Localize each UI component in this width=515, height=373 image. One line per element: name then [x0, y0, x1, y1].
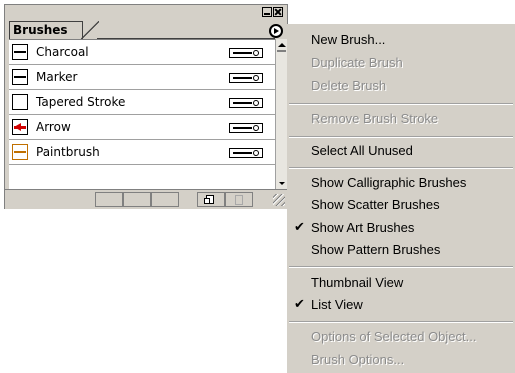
menu-item-select-all-unused[interactable]: Select All Unused [287, 140, 515, 161]
brush-list: Charcoal Marker Tapered Stroke Arrow Pai… [9, 39, 275, 190]
delete-brush-button[interactable] [225, 192, 253, 207]
checkmark-icon: ✔ [294, 297, 305, 312]
palette-menu: New Brush... Duplicate Brush Delete Brus… [287, 24, 515, 373]
menu-item-label: Show Art Brushes [311, 220, 415, 235]
tab-brushes-label: Brushes [13, 23, 68, 37]
menu-item-label: Show Scatter Brushes [311, 197, 440, 212]
menu-item-show-scatter-brushes[interactable]: Show Scatter Brushes [287, 194, 515, 215]
menu-item-list-view[interactable]: ✔ List View [287, 294, 515, 315]
menu-item-duplicate-brush: Duplicate Brush [287, 52, 515, 73]
art-brush-type-icon [229, 148, 263, 158]
marker-brush-icon [12, 69, 28, 85]
new-brush-button[interactable] [197, 192, 225, 207]
brush-label: Marker [36, 70, 78, 84]
paintbrush-brush-icon [12, 144, 28, 160]
minimize-icon[interactable] [262, 7, 272, 17]
menu-item-label: Brush Options... [311, 352, 405, 367]
scroll-thumb[interactable] [277, 50, 286, 52]
menu-item-remove-brush-stroke: Remove Brush Stroke [287, 108, 515, 129]
palette-menu-arrow-icon[interactable] [269, 24, 283, 38]
resize-grip-icon[interactable] [273, 194, 285, 206]
bottom-slot [151, 192, 179, 207]
brushes-palette: Brushes Charcoal Marker Tapered Stroke A… [4, 4, 288, 209]
new-brush-icon [204, 195, 214, 204]
delete-brush-icon [235, 195, 243, 205]
brush-label: Arrow [36, 120, 71, 134]
menu-item-label: Duplicate Brush [311, 55, 403, 70]
menu-item-label: Thumbnail View [311, 275, 404, 290]
brush-label: Paintbrush [36, 145, 100, 159]
menu-item-thumbnail-view[interactable]: Thumbnail View [287, 272, 515, 293]
art-brush-type-icon [229, 98, 263, 108]
menu-separator [289, 136, 513, 138]
bottom-slot [123, 192, 151, 207]
menu-item-label: List View [311, 297, 363, 312]
menu-item-show-pattern-brushes[interactable]: Show Pattern Brushes [287, 239, 515, 260]
tab-brushes[interactable]: Brushes [9, 21, 83, 39]
tab-edge [81, 21, 99, 39]
menu-item-label: Remove Brush Stroke [311, 111, 439, 126]
tapered-stroke-brush-icon [12, 94, 28, 110]
close-icon[interactable] [273, 7, 283, 17]
menu-item-label: Options of Selected Object... [311, 329, 477, 344]
art-brush-type-icon [229, 73, 263, 83]
scroll-up-icon[interactable] [278, 43, 286, 47]
brush-row-paintbrush[interactable]: Paintbrush [9, 140, 275, 165]
menu-separator [289, 321, 513, 323]
menu-item-label: New Brush... [311, 32, 386, 47]
brush-label: Tapered Stroke [36, 95, 126, 109]
menu-item-label: Delete Brush [311, 78, 387, 93]
menu-item-show-art-brushes[interactable]: ✔ Show Art Brushes [287, 217, 515, 238]
menu-item-new-brush[interactable]: New Brush... [287, 29, 515, 50]
charcoal-brush-icon [12, 44, 28, 60]
scroll-down-icon[interactable] [279, 182, 285, 185]
menu-separator [289, 103, 513, 105]
menu-item-label: Select All Unused [311, 143, 413, 158]
art-brush-type-icon [229, 48, 263, 58]
palette-tab-strip: Brushes [5, 19, 287, 39]
menu-item-brush-options: Brush Options... [287, 349, 515, 370]
checkmark-icon: ✔ [294, 220, 305, 235]
brush-list-scrollbar[interactable] [275, 39, 287, 189]
brush-row-charcoal[interactable]: Charcoal [9, 40, 275, 65]
menu-item-label: Show Calligraphic Brushes [311, 175, 467, 190]
art-brush-type-icon [229, 123, 263, 133]
brush-row-tapered-stroke[interactable]: Tapered Stroke [9, 90, 275, 115]
menu-separator [289, 266, 513, 268]
brush-row-arrow[interactable]: Arrow [9, 115, 275, 140]
menu-item-delete-brush: Delete Brush [287, 75, 515, 96]
palette-titlebar[interactable] [5, 5, 287, 19]
arrow-brush-icon [12, 119, 28, 135]
brush-label: Charcoal [36, 45, 89, 59]
palette-bottom-bar [5, 189, 287, 209]
menu-item-options-of-selected-object: Options of Selected Object... [287, 326, 515, 347]
menu-item-label: Show Pattern Brushes [311, 242, 441, 257]
bottom-slot [95, 192, 123, 207]
menu-item-show-calligraphic-brushes[interactable]: Show Calligraphic Brushes [287, 172, 515, 193]
brush-row-marker[interactable]: Marker [9, 65, 275, 90]
menu-separator [289, 167, 513, 169]
